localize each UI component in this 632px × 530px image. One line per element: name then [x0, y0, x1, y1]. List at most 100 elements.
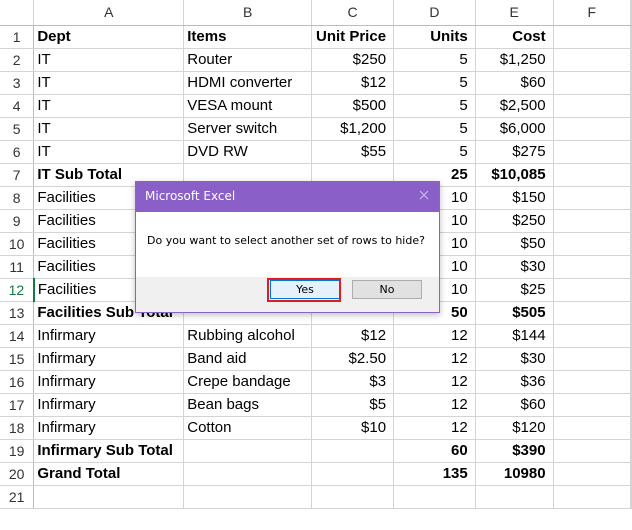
cell-f16[interactable] — [553, 370, 632, 394]
cell-b6[interactable]: DVD RW — [183, 140, 313, 164]
cell-e18[interactable]: $120 — [475, 416, 554, 440]
cell-c5[interactable]: $1,200 — [311, 117, 395, 141]
column-header-d[interactable]: D — [393, 0, 476, 26]
row-header-19[interactable]: 19 — [0, 439, 35, 463]
cell-g8[interactable] — [630, 186, 632, 210]
cell-c20[interactable] — [311, 462, 395, 486]
cell-g3[interactable] — [630, 71, 632, 95]
cell-g1[interactable] — [630, 25, 632, 49]
cell-c2[interactable]: $250 — [311, 48, 395, 72]
cell-e14[interactable]: $144 — [475, 324, 554, 348]
cell-c15[interactable]: $2.50 — [311, 347, 395, 371]
column-header-a[interactable]: A — [33, 0, 185, 26]
cell-c19[interactable] — [311, 439, 395, 463]
cell-c21[interactable] — [311, 485, 395, 509]
cell-g14[interactable] — [630, 324, 632, 348]
row-header-15[interactable]: 15 — [0, 347, 35, 371]
cell-e7[interactable]: $10,085 — [475, 163, 554, 187]
cell-g9[interactable] — [630, 209, 632, 233]
cell-e10[interactable]: $50 — [475, 232, 554, 256]
cell-a18[interactable]: Infirmary — [33, 416, 185, 440]
cell-b2[interactable]: Router — [183, 48, 313, 72]
column-header-f[interactable]: F — [553, 0, 632, 26]
cell-b18[interactable]: Cotton — [183, 416, 313, 440]
cell-e21[interactable] — [475, 485, 554, 509]
cell-e6[interactable]: $275 — [475, 140, 554, 164]
row-header-3[interactable]: 3 — [0, 71, 35, 95]
cell-g18[interactable] — [630, 416, 632, 440]
cell-b21[interactable] — [183, 485, 313, 509]
cell-g16[interactable] — [630, 370, 632, 394]
cell-f21[interactable] — [553, 485, 632, 509]
cell-c16[interactable]: $3 — [311, 370, 395, 394]
cell-d6[interactable]: 5 — [393, 140, 476, 164]
cell-b15[interactable]: Band aid — [183, 347, 313, 371]
cell-a17[interactable]: Infirmary — [33, 393, 185, 417]
cell-c3[interactable]: $12 — [311, 71, 395, 95]
cell-d17[interactable]: 12 — [393, 393, 476, 417]
cell-f2[interactable] — [553, 48, 632, 72]
cell-g17[interactable] — [630, 393, 632, 417]
cell-d1[interactable]: Units — [393, 25, 476, 49]
cell-g11[interactable] — [630, 255, 632, 279]
cell-g7[interactable] — [630, 163, 632, 187]
cell-a14[interactable]: Infirmary — [33, 324, 185, 348]
column-header-b[interactable]: B — [183, 0, 313, 26]
cell-e15[interactable]: $30 — [475, 347, 554, 371]
cell-c17[interactable]: $5 — [311, 393, 395, 417]
row-header-16[interactable]: 16 — [0, 370, 35, 394]
cell-f18[interactable] — [553, 416, 632, 440]
cell-a5[interactable]: IT — [33, 117, 185, 141]
column-header-e[interactable]: E — [475, 0, 554, 26]
cell-e12[interactable]: $25 — [475, 278, 554, 302]
row-header-9[interactable]: 9 — [0, 209, 35, 233]
cell-e2[interactable]: $1,250 — [475, 48, 554, 72]
row-header-12[interactable]: 12 — [0, 278, 35, 302]
cell-a20[interactable]: Grand Total — [33, 462, 185, 486]
cell-e19[interactable]: $390 — [475, 439, 554, 463]
cell-f6[interactable] — [553, 140, 632, 164]
cell-c1[interactable]: Unit Price — [311, 25, 395, 49]
cell-b3[interactable]: HDMI converter — [183, 71, 313, 95]
cell-f1[interactable] — [553, 25, 632, 49]
cell-g19[interactable] — [630, 439, 632, 463]
cell-a21[interactable] — [33, 485, 185, 509]
cell-b14[interactable]: Rubbing alcohol — [183, 324, 313, 348]
cell-g15[interactable] — [630, 347, 632, 371]
row-header-11[interactable]: 11 — [0, 255, 35, 279]
row-header-20[interactable]: 20 — [0, 462, 35, 486]
row-header-18[interactable]: 18 — [0, 416, 35, 440]
cell-d19[interactable]: 60 — [393, 439, 476, 463]
cell-e3[interactable]: $60 — [475, 71, 554, 95]
cell-f10[interactable] — [553, 232, 632, 256]
cell-g4[interactable] — [630, 94, 632, 118]
cell-e16[interactable]: $36 — [475, 370, 554, 394]
row-header-7[interactable]: 7 — [0, 163, 35, 187]
cell-d15[interactable]: 12 — [393, 347, 476, 371]
cell-d3[interactable]: 5 — [393, 71, 476, 95]
yes-button[interactable]: Yes — [270, 280, 340, 299]
row-header-1[interactable]: 1 — [0, 25, 35, 49]
cell-a16[interactable]: Infirmary — [33, 370, 185, 394]
cell-a2[interactable]: IT — [33, 48, 185, 72]
row-header-4[interactable]: 4 — [0, 94, 35, 118]
cell-e11[interactable]: $30 — [475, 255, 554, 279]
row-header-17[interactable]: 17 — [0, 393, 35, 417]
row-header-2[interactable]: 2 — [0, 48, 35, 72]
cell-c4[interactable]: $500 — [311, 94, 395, 118]
cell-e20[interactable]: 10980 — [475, 462, 554, 486]
cell-e8[interactable]: $150 — [475, 186, 554, 210]
cell-g2[interactable] — [630, 48, 632, 72]
cell-e9[interactable]: $250 — [475, 209, 554, 233]
row-header-13[interactable]: 13 — [0, 301, 35, 325]
cell-a15[interactable]: Infirmary — [33, 347, 185, 371]
cell-g12[interactable] — [630, 278, 632, 302]
cell-a19[interactable]: Infirmary Sub Total — [33, 439, 185, 463]
cell-f5[interactable] — [553, 117, 632, 141]
row-header-10[interactable]: 10 — [0, 232, 35, 256]
dialog-titlebar[interactable]: Microsoft Excel — [136, 182, 439, 212]
cell-g10[interactable] — [630, 232, 632, 256]
cell-b16[interactable]: Crepe bandage — [183, 370, 313, 394]
cell-c6[interactable]: $55 — [311, 140, 395, 164]
close-icon[interactable] — [417, 188, 431, 202]
